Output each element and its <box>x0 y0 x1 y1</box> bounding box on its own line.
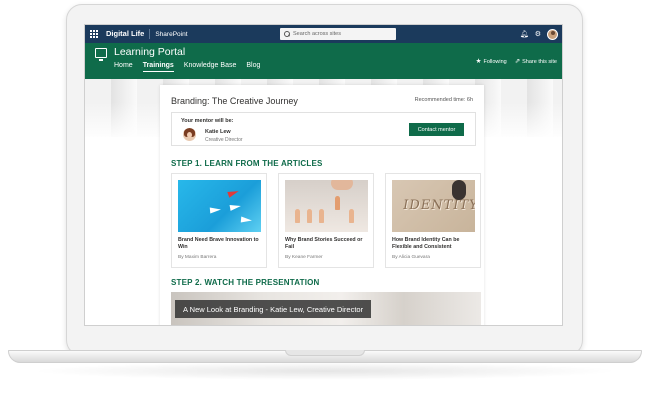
article-title[interactable]: How Brand Identity Can be Flexible and C… <box>392 237 476 251</box>
following-button[interactable]: ★ Following <box>476 57 507 65</box>
nav-item-blog[interactable]: Blog <box>246 62 260 72</box>
mentor-name: Katie Lew <box>205 129 231 135</box>
nav-item-knowledge-base[interactable]: Knowledge Base <box>184 62 237 72</box>
nav-item-trainings[interactable]: Trainings <box>142 62 174 72</box>
mentor-card: Your mentor will be: Katie Lew Creative … <box>171 112 476 146</box>
user-avatar[interactable] <box>547 28 558 40</box>
step1-heading: STEP 1. LEARN FROM THE ARTICLES <box>171 159 323 168</box>
hand-graphic <box>452 180 466 200</box>
peg-figure <box>349 209 354 223</box>
browser-screen: Digital Life SharePoint Search across si… <box>84 24 563 326</box>
gear-icon[interactable]: ⚙ <box>535 31 541 38</box>
share-icon: ⇗ <box>514 58 521 65</box>
article-card[interactable]: Brand Need Brave Innovation to Win By Ma… <box>171 173 267 268</box>
hand-graphic <box>331 180 353 190</box>
bell-icon[interactable]: 🔔︎ <box>520 31 529 38</box>
app-name[interactable]: SharePoint <box>155 31 187 38</box>
article-card[interactable]: Why Brand Stories Succeed or Fail By Kea… <box>278 173 374 268</box>
waffle-icon <box>89 29 99 39</box>
site-actions: ★ Following ⇗ Share this site <box>476 57 557 65</box>
peg-figure <box>319 209 324 223</box>
suite-bar: Digital Life SharePoint Search across si… <box>85 25 562 43</box>
search-input[interactable]: Search across sites <box>280 28 396 40</box>
article-card[interactable]: IDENTITY How Brand Identity Can be Flexi… <box>385 173 481 268</box>
article-author: By Maxim Barrera <box>178 255 217 260</box>
article-title[interactable]: Brand Need Brave Innovation to Win <box>178 237 262 251</box>
mentor-label: Your mentor will be: <box>181 118 234 124</box>
contact-mentor-button[interactable]: Contact mentor <box>409 123 464 136</box>
paper-plane-red-icon <box>227 188 240 198</box>
article-image-paper-planes <box>178 180 261 232</box>
search-icon <box>284 31 290 37</box>
peg-figure <box>295 209 300 223</box>
share-button[interactable]: ⇗ Share this site <box>515 57 557 65</box>
paper-plane-icon <box>209 206 222 214</box>
article-image-wooden-pegs <box>285 180 368 232</box>
video-caption: A New Look at Branding - Katie Lew, Crea… <box>175 300 372 318</box>
suite-bar-actions: 🔔︎ ⚙ <box>520 25 558 43</box>
laptop-shadow <box>30 362 620 380</box>
following-label: Following <box>483 59 507 65</box>
star-icon: ★ <box>475 58 482 65</box>
article-image-identity: IDENTITY <box>392 180 475 232</box>
article-author: By Alicia Guevara <box>392 255 430 260</box>
article-cards: Brand Need Brave Innovation to Win By Ma… <box>171 173 481 268</box>
nav-item-home[interactable]: Home <box>114 62 133 72</box>
mentor-avatar <box>183 128 196 141</box>
search-placeholder: Search across sites <box>293 31 341 37</box>
app-launcher-button[interactable] <box>85 25 103 43</box>
recommended-time: Recommended time: 6h <box>414 97 473 103</box>
site-header: Learning Portal Home Trainings Knowledge… <box>85 43 562 79</box>
article-author: By Keane Farmer <box>285 255 323 260</box>
org-brand-name[interactable]: Digital Life <box>106 29 151 39</box>
article-title[interactable]: Why Brand Stories Succeed or Fail <box>285 237 369 251</box>
step2-heading: STEP 2. WATCH THE PRESENTATION <box>171 278 320 287</box>
laptop-notch <box>285 350 365 356</box>
presentation-video[interactable]: A New Look at Branding - Katie Lew, Crea… <box>171 292 481 325</box>
page-content: Branding: The Creative Journey Recommend… <box>160 85 484 325</box>
paper-plane-icon <box>240 216 253 224</box>
mentor-role: Creative Director <box>205 137 243 143</box>
site-navigation: Home Trainings Knowledge Base Blog <box>114 62 260 72</box>
share-label: Share this site <box>522 59 557 65</box>
identity-artwork: IDENTITY <box>401 198 475 213</box>
site-logo-icon[interactable] <box>95 48 107 61</box>
peg-figure <box>307 209 312 223</box>
peg-figure-lifted <box>335 196 340 210</box>
site-title[interactable]: Learning Portal <box>114 46 185 58</box>
paper-plane-icon <box>229 203 242 211</box>
page-title: Branding: The Creative Journey <box>171 96 298 106</box>
